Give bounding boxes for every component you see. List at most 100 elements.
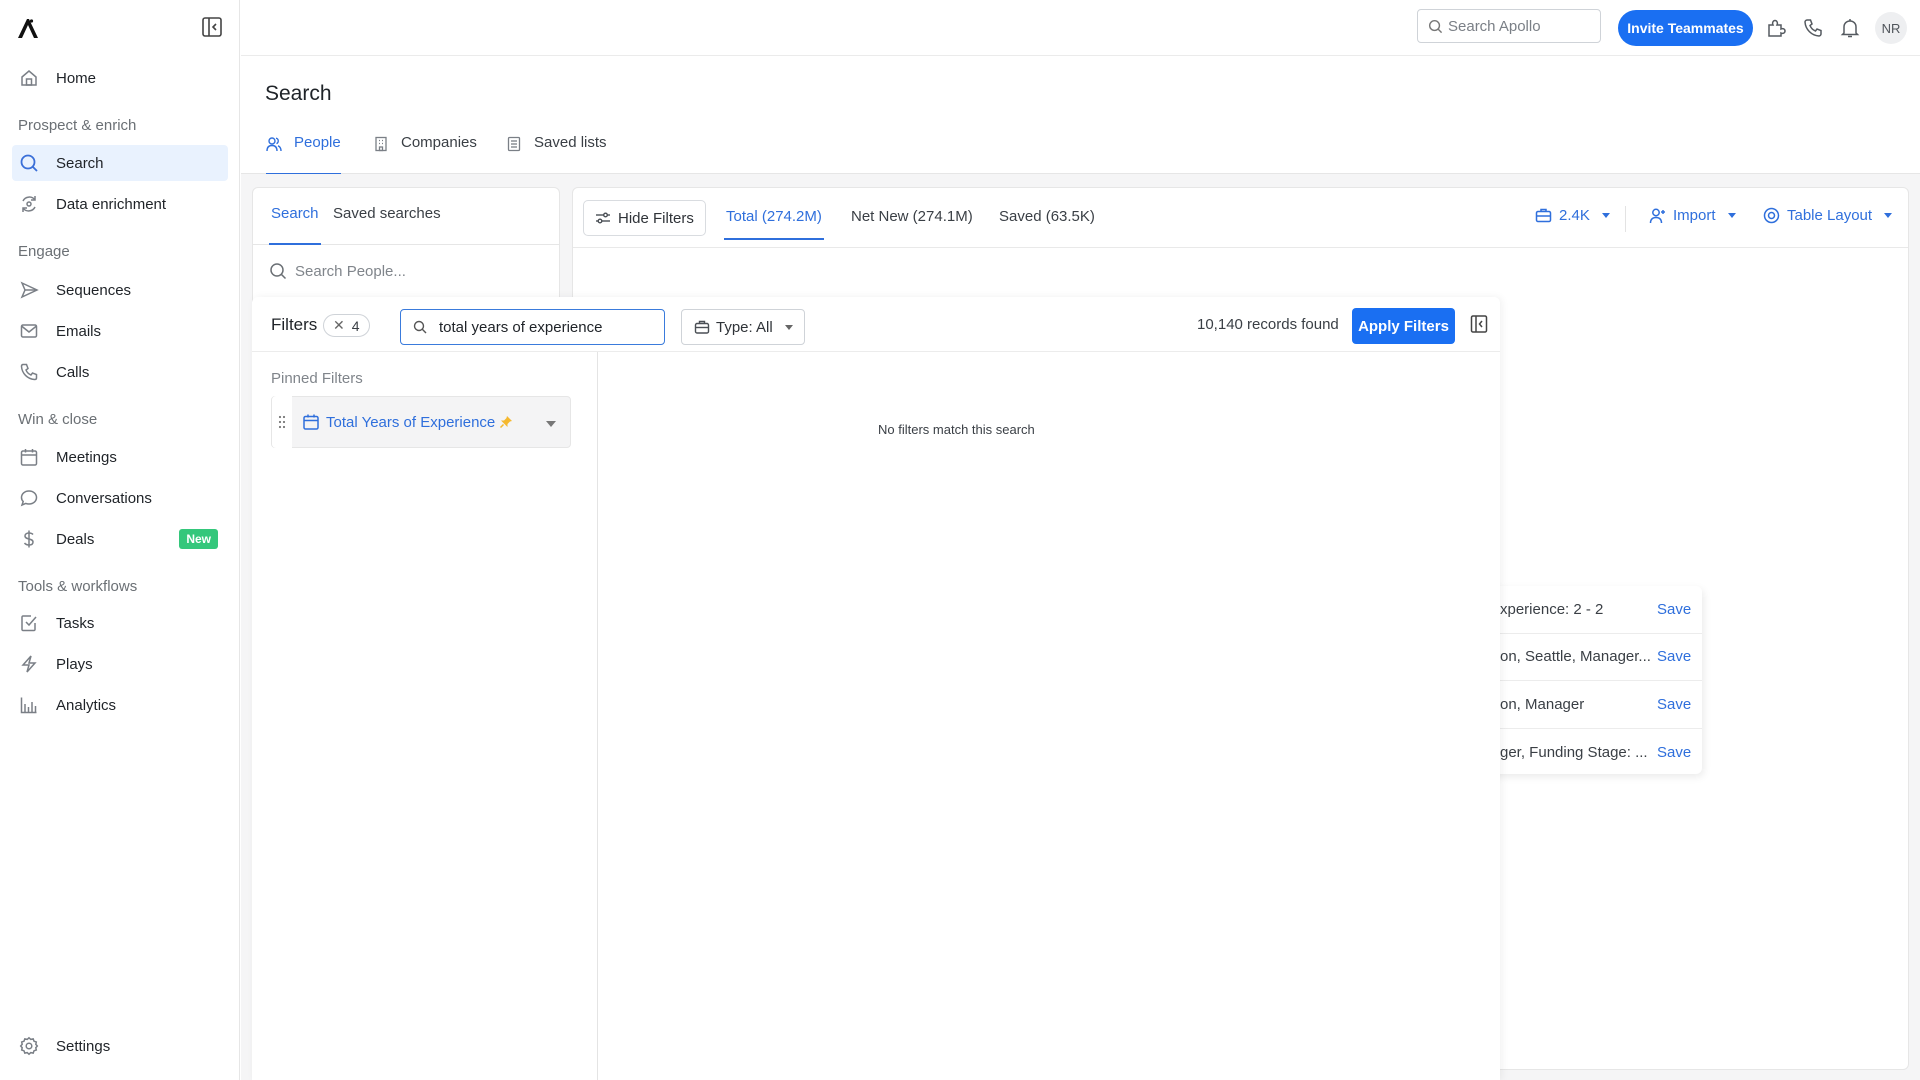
sidebar-item-plays[interactable]: Plays: [12, 646, 228, 682]
saved-search-text: on, Manager: [1500, 695, 1585, 713]
close-icon: ✕: [333, 317, 345, 333]
list-item[interactable]: on, Manager Save: [1480, 681, 1702, 729]
tab-total[interactable]: Total (274.2M): [724, 208, 824, 240]
hide-filters-button[interactable]: Hide Filters: [583, 200, 706, 236]
page-title: Search: [265, 82, 332, 105]
filter-search-input[interactable]: [439, 318, 659, 336]
import-dropdown[interactable]: Import: [1649, 207, 1736, 224]
sidebar-item-conversations[interactable]: Conversations: [12, 480, 228, 516]
pinned-filter-total-years-experience[interactable]: Total Years of Experience: [271, 396, 571, 448]
sidebar-item-label: Sequences: [56, 281, 132, 299]
section-label-win-close: Win & close: [18, 411, 98, 428]
eye-icon: [1763, 207, 1780, 224]
tab-saved[interactable]: Saved (63.5K): [999, 208, 1095, 225]
table-layout-dropdown[interactable]: Table Layout: [1763, 207, 1893, 224]
divider: [1625, 206, 1626, 232]
type-label: Type: All: [716, 318, 773, 336]
puzzle-icon[interactable]: [1765, 17, 1787, 39]
tab-people[interactable]: People: [266, 134, 341, 175]
list-icon: [506, 136, 522, 152]
calendar-icon: [19, 447, 39, 467]
phone-icon[interactable]: [1802, 17, 1824, 39]
sidebar-item-label: Search: [56, 154, 104, 172]
tab-saved-lists[interactable]: Saved lists: [506, 134, 607, 174]
sidebar-item-label: Calls: [56, 363, 90, 381]
apply-filters-button[interactable]: Apply Filters: [1352, 308, 1455, 344]
import-label: Import: [1673, 207, 1716, 224]
results-toolbar: Hide Filters Total (274.2M) Net New (274…: [573, 188, 1908, 248]
tab-label: Saved lists: [534, 134, 607, 151]
sidebar-item-label: Home: [56, 69, 97, 87]
people-icon: [266, 136, 282, 152]
tab-label: Companies: [401, 134, 477, 151]
people-search-input[interactable]: [295, 262, 535, 280]
sidebar-item-label: Deals: [56, 530, 95, 548]
save-button[interactable]: Save: [1657, 601, 1691, 618]
mail-icon: [19, 321, 39, 341]
sidebar-item-calls[interactable]: Calls: [12, 354, 228, 390]
section-label-engage: Engage: [18, 243, 70, 260]
sidebar-item-deals[interactable]: Deals New: [12, 521, 228, 557]
sidebar-item-analytics[interactable]: Analytics: [12, 687, 228, 723]
send-icon: [19, 280, 39, 300]
filters-title: Filters: [271, 315, 318, 334]
section-label-tools: Tools & workflows: [18, 578, 138, 595]
chevron-down-icon: [1601, 213, 1610, 218]
list-item[interactable]: xperience: 2 - 2 Save: [1480, 586, 1702, 634]
search-icon: [413, 320, 427, 334]
chat-icon: [19, 488, 39, 508]
add-person-icon: [1649, 207, 1666, 224]
tab-saved-searches[interactable]: Saved searches: [333, 205, 441, 222]
clear-filters-chip[interactable]: ✕ 4: [323, 314, 370, 337]
list-item[interactable]: on, Seattle, Manager... Save: [1480, 634, 1702, 681]
empty-state-message: No filters match this search: [878, 422, 1035, 437]
sidebar-item-label: Meetings: [56, 448, 117, 466]
apollo-logo[interactable]: [16, 16, 40, 40]
table-layout-label: Table Layout: [1787, 207, 1873, 224]
sidebar-item-settings[interactable]: Settings: [12, 1028, 228, 1064]
sidebar-item-home[interactable]: Home: [12, 60, 228, 96]
pinned-filter-label: Total Years of Experience: [326, 413, 496, 431]
save-button[interactable]: Save: [1657, 696, 1691, 713]
collapse-panel-icon[interactable]: [1470, 314, 1488, 334]
sidebar-item-label: Tasks: [56, 614, 95, 632]
sidebar-item-label: Analytics: [56, 696, 117, 714]
save-button[interactable]: Save: [1657, 744, 1691, 761]
sidebar-item-tasks[interactable]: Tasks: [12, 605, 228, 641]
sliders-icon: [595, 210, 611, 226]
tab-net-new[interactable]: Net New (274.1M): [851, 208, 973, 225]
sidebar-item-data-enrichment[interactable]: Data enrichment: [12, 186, 228, 222]
collapse-sidebar-icon[interactable]: [201, 16, 223, 38]
refresh-icon: [19, 194, 39, 214]
search-icon: [19, 153, 39, 173]
global-search[interactable]: [1417, 9, 1601, 43]
tab-search[interactable]: Search: [269, 205, 321, 245]
type-dropdown[interactable]: Type: All: [681, 309, 805, 345]
bell-icon[interactable]: [1839, 17, 1861, 39]
sidebar-item-label: Settings: [56, 1037, 111, 1055]
credits-dropdown[interactable]: 2.4K: [1535, 207, 1610, 224]
tab-companies[interactable]: Companies: [373, 134, 477, 174]
sidebar-item-search[interactable]: Search: [12, 145, 228, 181]
phone-icon: [19, 362, 39, 382]
search-icon: [1428, 19, 1443, 34]
credits-label: 2.4K: [1559, 207, 1590, 224]
hide-filters-label: Hide Filters: [618, 209, 694, 227]
avatar[interactable]: NR: [1875, 12, 1907, 44]
sidebar-item-meetings[interactable]: Meetings: [12, 439, 228, 475]
filters-panel: Filters ✕ 4 Type: All 10,140 records fou…: [252, 297, 1500, 1080]
building-icon: [373, 136, 389, 152]
records-found: 10,140 records found: [1197, 316, 1339, 333]
save-button[interactable]: Save: [1657, 648, 1691, 665]
global-search-input[interactable]: [1448, 17, 1588, 35]
list-item[interactable]: ger, Funding Stage: ... Save: [1480, 729, 1702, 777]
drag-handle-icon[interactable]: [272, 396, 292, 448]
chevron-down-icon[interactable]: [546, 421, 556, 427]
invite-teammates-button[interactable]: Invite Teammates: [1618, 10, 1753, 46]
page-tabs: People Companies Saved lists: [241, 122, 1920, 175]
filter-search[interactable]: [400, 309, 665, 345]
people-search[interactable]: [253, 245, 559, 297]
pin-icon[interactable]: [499, 415, 513, 429]
sidebar-item-emails[interactable]: Emails: [12, 313, 228, 349]
sidebar-item-sequences[interactable]: Sequences: [12, 272, 228, 308]
